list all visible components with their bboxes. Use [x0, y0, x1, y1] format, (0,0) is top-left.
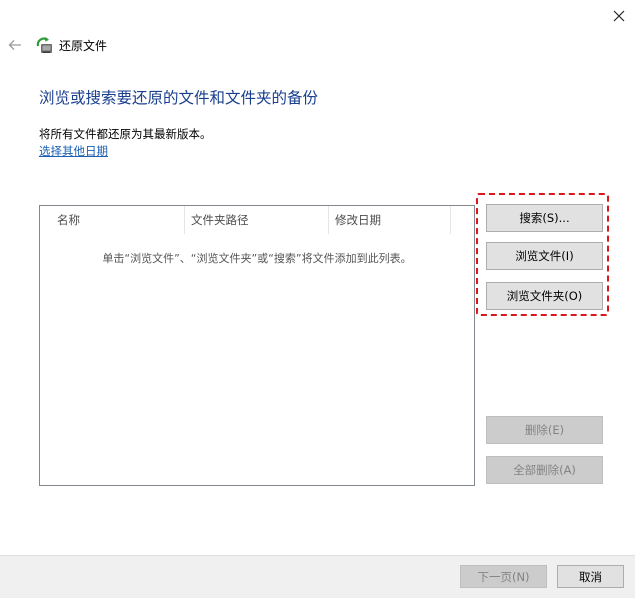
column-header-name[interactable]: 名称	[51, 206, 185, 234]
browse-files-button[interactable]: 浏览文件(I)	[486, 242, 603, 270]
file-list[interactable]: 名称 文件夹路径 修改日期 单击“浏览文件”、“浏览文件夹”或“搜索”将文件添加…	[39, 205, 475, 486]
back-arrow-icon	[8, 40, 21, 50]
backup-restore-icon	[35, 36, 55, 56]
column-header-folder-path[interactable]: 文件夹路径	[185, 206, 329, 234]
window-title: 还原文件	[59, 39, 108, 53]
restore-info-text: 将所有文件都还原为其最新版本。	[39, 127, 212, 141]
close-icon	[613, 10, 625, 22]
search-button[interactable]: 搜索(S)...	[486, 204, 603, 232]
delete-all-button[interactable]: 全部删除(A)	[486, 456, 603, 484]
browse-folders-button[interactable]: 浏览文件夹(O)	[486, 282, 603, 310]
choose-other-date-link[interactable]: 选择其他日期	[39, 144, 108, 159]
column-header-modified-date[interactable]: 修改日期	[329, 206, 451, 234]
cancel-button[interactable]: 取消	[557, 565, 624, 588]
page-heading: 浏览或搜索要还原的文件和文件夹的备份	[39, 89, 319, 107]
delete-button[interactable]: 删除(E)	[486, 416, 603, 444]
next-button[interactable]: 下一页(N)	[460, 565, 547, 588]
empty-list-message: 单击“浏览文件”、“浏览文件夹”或“搜索”将文件添加到此列表。	[102, 252, 412, 265]
back-button[interactable]	[4, 34, 26, 56]
close-button[interactable]	[603, 2, 635, 30]
